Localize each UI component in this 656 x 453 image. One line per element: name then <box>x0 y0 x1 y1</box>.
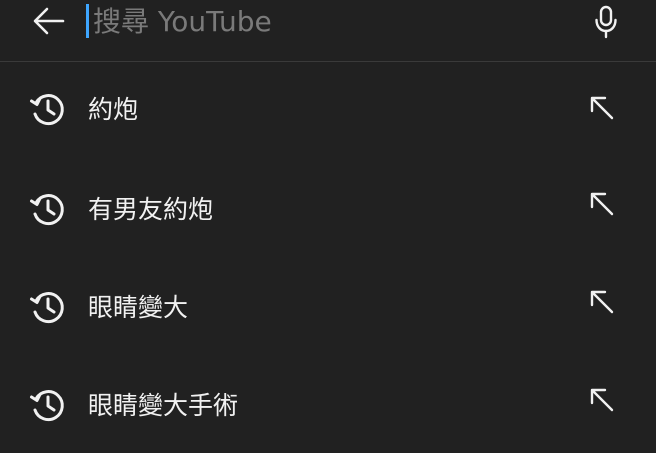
text-caret <box>86 4 89 38</box>
arrow-up-left-icon <box>590 96 614 120</box>
fill-query-button[interactable] <box>584 186 620 222</box>
suggestion-item[interactable]: 約炮 <box>0 62 656 160</box>
history-icon <box>28 385 68 425</box>
search-bar <box>0 0 656 62</box>
suggestion-text: 有男友約炮 <box>88 195 214 224</box>
suggestion-item[interactable]: 有男友約炮 <box>0 160 656 258</box>
history-icon <box>28 287 68 327</box>
voice-search-button[interactable] <box>586 2 626 42</box>
fill-query-button[interactable] <box>584 284 620 320</box>
youtube-search-screen: 約炮 有男友約炮 <box>0 0 656 453</box>
history-icon <box>28 89 68 129</box>
suggestion-item[interactable]: 眼睛變大 <box>0 258 656 356</box>
arrow-up-left-icon <box>590 192 614 216</box>
arrow-left-icon <box>33 7 65 35</box>
arrow-up-left-icon <box>590 290 614 314</box>
back-button[interactable] <box>28 2 70 40</box>
history-icon <box>28 189 68 229</box>
search-field[interactable] <box>86 0 566 42</box>
arrow-up-left-icon <box>590 388 614 412</box>
microphone-icon <box>595 5 617 39</box>
suggestion-text: 眼睛變大手術 <box>88 391 239 420</box>
fill-query-button[interactable] <box>584 382 620 418</box>
suggestion-text: 眼睛變大 <box>88 293 189 322</box>
suggestion-item[interactable]: 眼睛變大手術 <box>0 356 656 453</box>
search-input[interactable] <box>93 1 533 41</box>
fill-query-button[interactable] <box>584 90 620 126</box>
suggestion-text: 約炮 <box>88 95 139 124</box>
